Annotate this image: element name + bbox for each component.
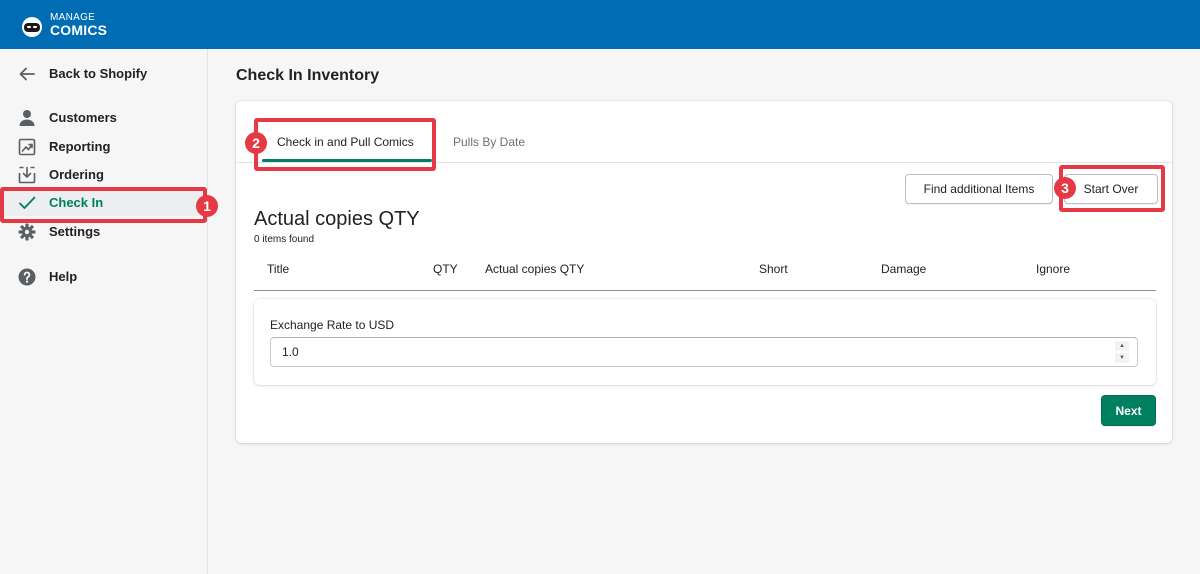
sidebar-item-label: Reporting bbox=[49, 139, 111, 154]
person-icon bbox=[17, 108, 37, 128]
sidebar-item-label: Settings bbox=[49, 224, 101, 239]
back-to-shopify-link[interactable]: Back to Shopify bbox=[0, 61, 208, 87]
sidebar-item-label: Customers bbox=[49, 110, 117, 125]
exchange-rate-label: Exchange Rate to USD bbox=[270, 318, 395, 332]
page-title: Check In Inventory bbox=[236, 67, 380, 84]
sidebar-item-ordering[interactable]: Ordering bbox=[0, 162, 208, 188]
items-table-header: Title QTY Actual copies QTY Short Damage… bbox=[254, 251, 1156, 291]
sidebar-item-label: Check In bbox=[49, 195, 104, 210]
brand-line-2: COMICS bbox=[50, 22, 108, 38]
stepper-down-icon[interactable]: ▼ bbox=[1115, 353, 1129, 363]
column-header-short[interactable]: Short bbox=[759, 262, 788, 276]
sidebar-item-label: Ordering bbox=[49, 167, 104, 182]
brand-logo[interactable]: MANAGE COMICS bbox=[18, 12, 107, 38]
back-label: Back to Shopify bbox=[49, 66, 148, 81]
number-stepper[interactable]: ▲ ▼ bbox=[1115, 341, 1129, 363]
sidebar-item-help[interactable]: Help bbox=[0, 264, 208, 290]
sidebar: Back to Shopify Customers Reporting Orde… bbox=[0, 49, 208, 574]
sidebar-item-customers[interactable]: Customers bbox=[0, 105, 208, 131]
checkmark-icon bbox=[17, 193, 37, 213]
active-tab-indicator bbox=[262, 159, 432, 162]
items-count: 0 items found bbox=[254, 234, 315, 245]
stepper-up-icon[interactable]: ▲ bbox=[1115, 341, 1129, 351]
column-header-damage[interactable]: Damage bbox=[881, 262, 926, 276]
exchange-rate-card: Exchange Rate to USD 1.0 ▲ ▼ bbox=[254, 299, 1156, 385]
column-header-title[interactable]: Title bbox=[267, 262, 289, 276]
sidebar-item-settings[interactable]: Settings bbox=[0, 219, 208, 245]
question-icon bbox=[17, 267, 37, 287]
annotation-badge-3: 3 bbox=[1054, 177, 1076, 199]
exchange-rate-value: 1.0 bbox=[282, 345, 299, 359]
chart-up-icon bbox=[17, 137, 37, 157]
annotation-badge-2: 2 bbox=[245, 132, 267, 154]
gear-icon bbox=[17, 222, 37, 242]
sidebar-item-reporting[interactable]: Reporting bbox=[0, 134, 208, 160]
exchange-rate-input[interactable]: 1.0 ▲ ▼ bbox=[270, 337, 1138, 367]
top-bar: MANAGE COMICS bbox=[0, 0, 1200, 49]
tab-check-in-and-pull-comics[interactable]: Check in and Pull Comics bbox=[277, 135, 414, 149]
column-header-ignore[interactable]: Ignore bbox=[1036, 262, 1070, 276]
next-button[interactable]: Next bbox=[1101, 395, 1156, 426]
sidebar-item-label: Help bbox=[49, 269, 78, 284]
annotation-badge-1: 1 bbox=[196, 195, 218, 217]
check-in-card: Check in and Pull Comics Pulls By Date F… bbox=[236, 101, 1172, 443]
find-additional-items-button[interactable]: Find additional Items bbox=[905, 174, 1053, 204]
column-header-actual-copies-qty[interactable]: Actual copies QTY bbox=[485, 262, 584, 276]
section-title: Actual copies QTY bbox=[254, 208, 420, 230]
tab-pulls-by-date[interactable]: Pulls By Date bbox=[453, 135, 525, 149]
sidebar-item-check-in[interactable]: Check In bbox=[0, 190, 208, 216]
tab-bar: Check in and Pull Comics Pulls By Date bbox=[236, 101, 1172, 163]
download-icon bbox=[17, 165, 37, 185]
column-header-qty[interactable]: QTY bbox=[433, 262, 458, 276]
arrow-left-icon bbox=[17, 64, 37, 84]
comics-mascot-icon bbox=[18, 13, 48, 37]
start-over-button[interactable]: Start Over bbox=[1064, 174, 1158, 204]
